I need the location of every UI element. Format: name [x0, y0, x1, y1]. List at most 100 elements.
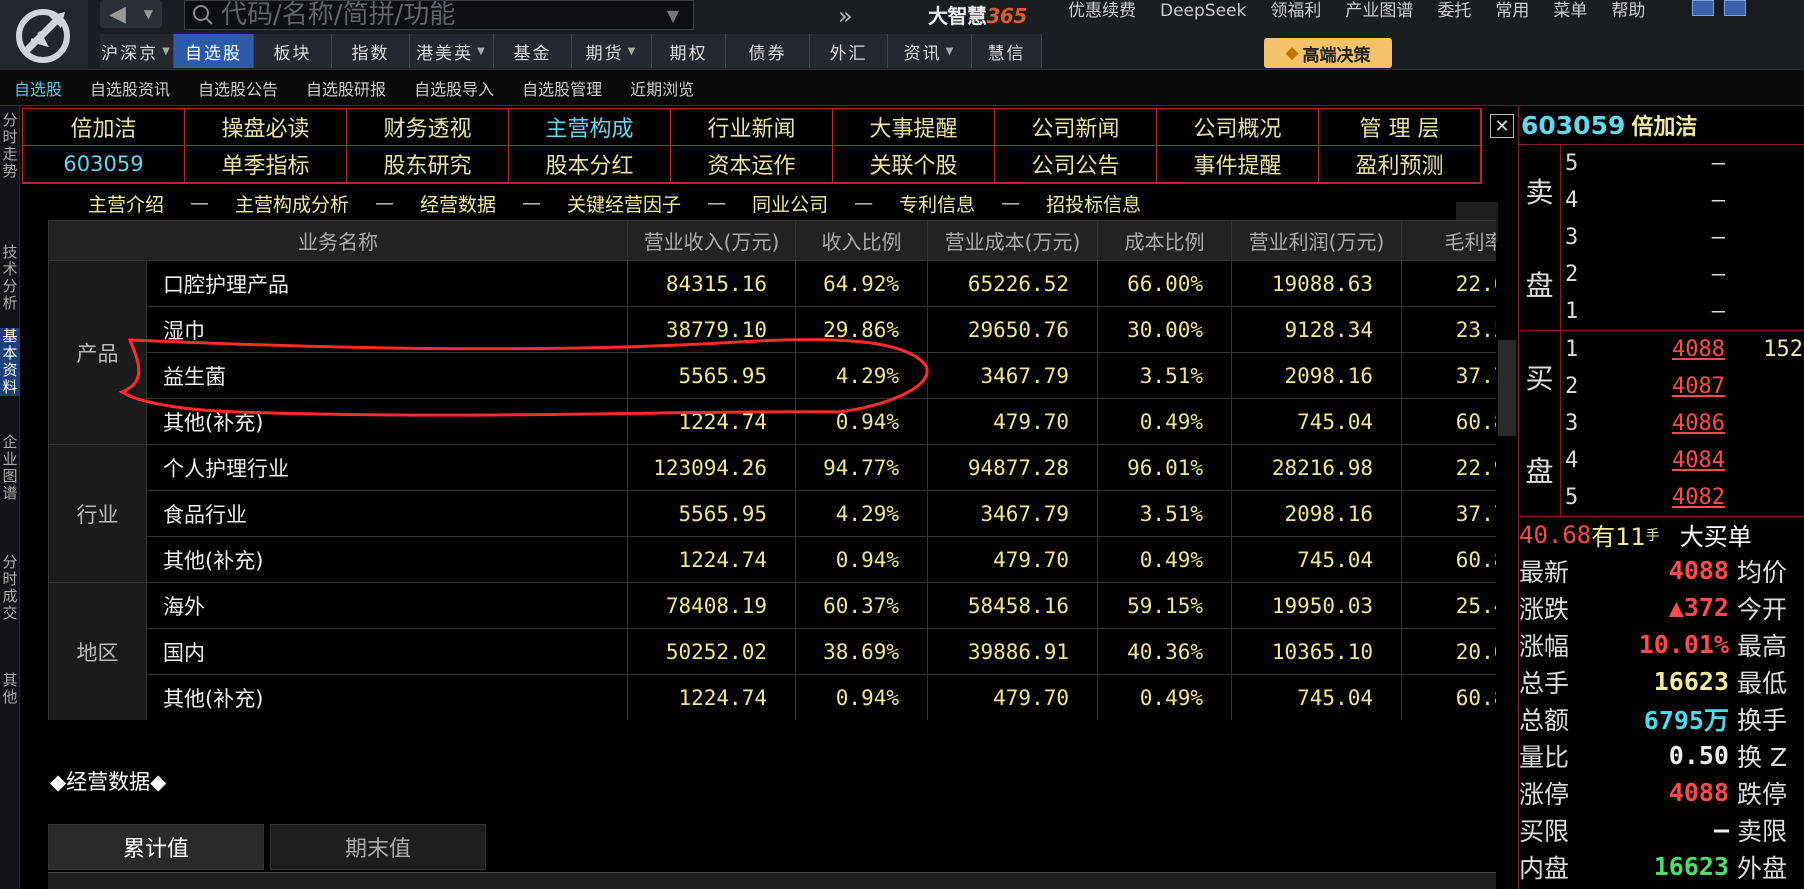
orderbook-row[interactable]: 5— — [1519, 145, 1804, 182]
orderbook-row[interactable]: 4 4084 — [1519, 442, 1804, 479]
f10-tab[interactable]: 操盘必读 — [185, 109, 347, 146]
f10-sub-item[interactable]: 主营介绍 — [88, 190, 164, 217]
orderbook-row[interactable]: 4— — [1519, 182, 1804, 219]
f10-sub-item[interactable]: 关键经营因子 — [567, 190, 681, 217]
left-vertical-tab[interactable]: 技术分析 — [0, 244, 20, 312]
market-tab[interactable]: 沪深京 ▼ — [100, 34, 174, 68]
table-row[interactable]: 益生菌5565.954.29%3467.793.51%2098.1637.70 — [49, 352, 1496, 399]
market-tab[interactable]: 期货 ▼ — [572, 34, 652, 68]
table-header-cell[interactable]: 毛利率 — [1401, 220, 1496, 261]
table-header-cell[interactable]: 成本比例 — [1097, 220, 1232, 261]
top-link[interactable]: 常用 — [1483, 0, 1541, 22]
orderbook-row[interactable]: 2 4087 — [1519, 368, 1804, 405]
f10-sub-item[interactable]: 专利信息 — [899, 190, 975, 217]
top-link[interactable]: 产业图谱 — [1333, 0, 1425, 22]
period-tab[interactable]: 累计值 — [48, 824, 264, 870]
top-link[interactable]: 领福利 — [1258, 0, 1333, 22]
table-row[interactable]: 其他(补充)1224.740.94%479.700.49%745.0460.83 — [49, 674, 1496, 720]
orderbook-row[interactable]: 1— — [1519, 293, 1804, 330]
market-tab[interactable]: 慧信 — [972, 34, 1042, 68]
market-tab[interactable]: 资讯 ▼ — [888, 34, 972, 68]
more-chevron-icon[interactable]: » — [838, 2, 853, 30]
subnav-item[interactable]: 自选股公告 — [184, 76, 292, 100]
premium-decision-button[interactable]: ◆ 高端决策 — [1264, 38, 1392, 68]
value-cell: 10365.10 — [1231, 628, 1402, 675]
f10-tab[interactable]: 管 理 层 — [1319, 109, 1481, 146]
left-vertical-tab[interactable]: 基本资料 — [0, 328, 20, 396]
table-header-cell[interactable]: 收入比例 — [795, 220, 928, 261]
f10-tab[interactable]: 财务透视 — [347, 109, 509, 146]
orderbook-row[interactable]: 5 4082 — [1519, 479, 1804, 516]
market-tab[interactable]: 外汇 — [810, 34, 888, 68]
window-menu-icon[interactable] — [1692, 0, 1714, 16]
table-row[interactable]: 国内 50252.02 38.69% 39886.91 40.36% 10365.10 20… — [49, 628, 1496, 675]
subnav-item[interactable]: 近期浏览 — [616, 76, 708, 100]
f10-sub-item[interactable]: 同业公司 — [752, 190, 828, 217]
f10-tab[interactable]: 盈利预测 — [1319, 146, 1481, 183]
f10-sub-item[interactable]: 招投标信息 — [1046, 190, 1141, 217]
market-tab[interactable]: 港美英 ▼ — [410, 34, 494, 68]
top-link[interactable]: 帮助 — [1599, 0, 1657, 22]
left-vertical-tab[interactable]: 其他 — [0, 672, 20, 706]
subnav-item[interactable]: 自选股导入 — [400, 76, 508, 100]
table-row[interactable]: 食品行业5565.954.29%3467.793.51%2098.1637.70 — [49, 490, 1496, 537]
table-row[interactable]: 行业 个人护理行业 123094.26 94.77% 94877.28 96.01% 282… — [48, 444, 1496, 583]
back-arrow-icon[interactable]: ◀ — [109, 2, 126, 27]
f10-tab[interactable]: 单季指标 — [185, 146, 347, 183]
app-logo-icon[interactable] — [0, 0, 88, 70]
f10-sub-item[interactable]: 经营数据 — [420, 190, 496, 217]
f10-tab[interactable]: 股东研究 — [347, 146, 509, 183]
orderbook-row[interactable]: 3 4086 — [1519, 405, 1804, 442]
f10-tab[interactable]: 关联个股 — [833, 146, 995, 183]
subnav-item[interactable]: 自选股资讯 — [76, 76, 184, 100]
f10-tab[interactable]: 行业新闻 — [671, 109, 833, 146]
f10-tab[interactable]: 事件提醒 — [1157, 146, 1319, 183]
table-header-cell[interactable]: 营业收入(万元) — [627, 220, 796, 261]
f10-tab[interactable]: 公司公告 — [995, 146, 1157, 183]
period-tab[interactable]: 期末值 — [270, 824, 486, 870]
top-link[interactable]: DeepSeek — [1148, 0, 1258, 22]
nav-arrows[interactable]: ◀ ▼ — [100, 0, 162, 28]
market-tab[interactable]: 期权 — [652, 34, 726, 68]
f10-tab[interactable]: 公司概况 — [1157, 109, 1319, 146]
dropdown-caret-icon[interactable]: ▼ — [144, 7, 153, 21]
quote-code: 603059 — [1521, 110, 1626, 140]
search-input[interactable] — [221, 0, 653, 30]
f10-tab[interactable]: 大事提醒 — [833, 109, 995, 146]
table-row[interactable]: 其他(补充)1224.740.94%479.700.49%745.0460.83 — [49, 398, 1496, 445]
orderbook-row[interactable]: 3— — [1519, 219, 1804, 256]
table-row[interactable]: 产品 口腔护理产品 84315.16 64.92% 65226.52 66.00% 1908… — [48, 260, 1496, 445]
table-header-cell[interactable]: 营业利润(万元) — [1231, 220, 1402, 261]
search-box[interactable]: ▼ — [184, 0, 694, 30]
top-link[interactable]: 优惠续费 — [1056, 0, 1148, 22]
subnav-item[interactable]: 自选股 — [0, 76, 76, 100]
left-vertical-tab[interactable]: 企业图谱 — [0, 434, 20, 502]
market-tab[interactable]: 自选股 — [174, 34, 254, 68]
top-link[interactable]: 委托 — [1425, 0, 1483, 22]
table-row[interactable]: 湿巾 38779.10 29.86% 29650.76 30.00% 9128.34 23.… — [49, 306, 1496, 353]
left-vertical-tab[interactable]: 分时成交 — [0, 554, 20, 622]
table-row[interactable]: 其他(补充)1224.740.94%479.700.49%745.0460.83 — [49, 536, 1496, 583]
left-vertical-tab[interactable]: 分时走势 — [0, 112, 20, 180]
f10-tab[interactable]: 股本分红 — [509, 146, 671, 183]
subnav-item[interactable]: 自选股研报 — [292, 76, 400, 100]
market-tab[interactable]: 板块 — [254, 34, 332, 68]
f10-tab[interactable]: 公司新闻 — [995, 109, 1157, 146]
orderbook-row[interactable]: 1 4088 152 — [1519, 331, 1804, 368]
top-link[interactable]: 菜单 — [1541, 0, 1599, 22]
f10-tab[interactable]: 主营构成 — [509, 109, 671, 146]
table-scrollbar[interactable] — [1498, 340, 1516, 436]
subnav-item[interactable]: 自选股管理 — [508, 76, 616, 100]
market-tab-label: 期货 — [585, 43, 624, 64]
market-tab[interactable]: 基金 — [494, 34, 572, 68]
f10-sub-item[interactable]: 主营构成分析 — [235, 190, 349, 217]
search-dropdown-icon[interactable]: ▼ — [653, 6, 693, 25]
f10-tab[interactable]: 资本运作 — [671, 146, 833, 183]
market-tab[interactable]: 债券 — [726, 34, 810, 68]
table-row[interactable]: 地区 海外 78408.19 60.37% 58458.16 59.15% 19950.03… — [48, 582, 1496, 720]
orderbook-row[interactable]: 2— — [1519, 256, 1804, 293]
market-tab[interactable]: 指数 — [332, 34, 410, 68]
close-icon[interactable]: ✕ — [1490, 114, 1514, 138]
table-header-cell[interactable]: 营业成本(万元) — [927, 220, 1098, 261]
window-account-icon[interactable] — [1724, 0, 1746, 16]
